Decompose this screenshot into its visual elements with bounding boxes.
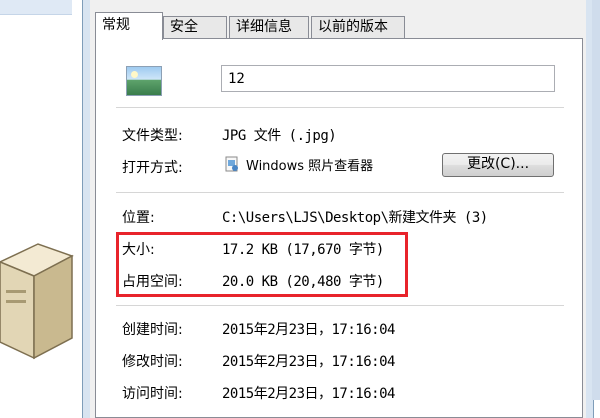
- open-with-label: 打开方式:: [122, 160, 183, 176]
- properties-dialog: 常规 安全 详细信息 以前的版本 文件类型: JPG 文件 (.jpg) 打开方…: [82, 0, 594, 418]
- change-button[interactable]: 更改(C)...: [442, 153, 554, 177]
- tab-previous-versions[interactable]: 以前的版本: [311, 16, 405, 38]
- window-frame-right: [592, 0, 600, 400]
- location-label: 位置:: [122, 210, 155, 226]
- file-name-input[interactable]: [221, 65, 555, 92]
- desktop-window-strip: [0, 0, 72, 15]
- divider: [116, 107, 564, 108]
- modified-value: 2015年2月23日，17:16:04: [222, 354, 395, 370]
- image-file-icon: [126, 66, 162, 96]
- general-panel: 文件类型: JPG 文件 (.jpg) 打开方式: Windows 照片查看器 …: [95, 38, 583, 418]
- desktop-background: [0, 0, 82, 400]
- created-label: 创建时间:: [122, 322, 183, 338]
- dialog-body: 常规 安全 详细信息 以前的版本 文件类型: JPG 文件 (.jpg) 打开方…: [90, 0, 586, 418]
- divider: [116, 305, 564, 306]
- tab-details[interactable]: 详细信息: [229, 16, 309, 38]
- location-value: C:\Users\LJS\Desktop\新建文件夹 (3): [222, 210, 488, 226]
- created-value: 2015年2月23日，17:16:04: [222, 322, 395, 338]
- accessed-value: 2015年2月23日，17:16:04: [222, 386, 395, 402]
- highlight-box: [116, 232, 408, 297]
- tab-general[interactable]: 常规: [95, 12, 163, 40]
- photo-viewer-icon: [225, 156, 238, 172]
- server-box-icon: [0, 243, 74, 360]
- tab-security[interactable]: 安全: [163, 16, 227, 38]
- modified-label: 修改时间:: [122, 354, 183, 370]
- accessed-label: 访问时间:: [122, 386, 183, 402]
- open-with-app: Windows 照片查看器: [246, 159, 374, 174]
- file-type-value: JPG 文件 (.jpg): [222, 128, 337, 144]
- file-type-label: 文件类型:: [122, 128, 183, 144]
- divider: [116, 192, 564, 193]
